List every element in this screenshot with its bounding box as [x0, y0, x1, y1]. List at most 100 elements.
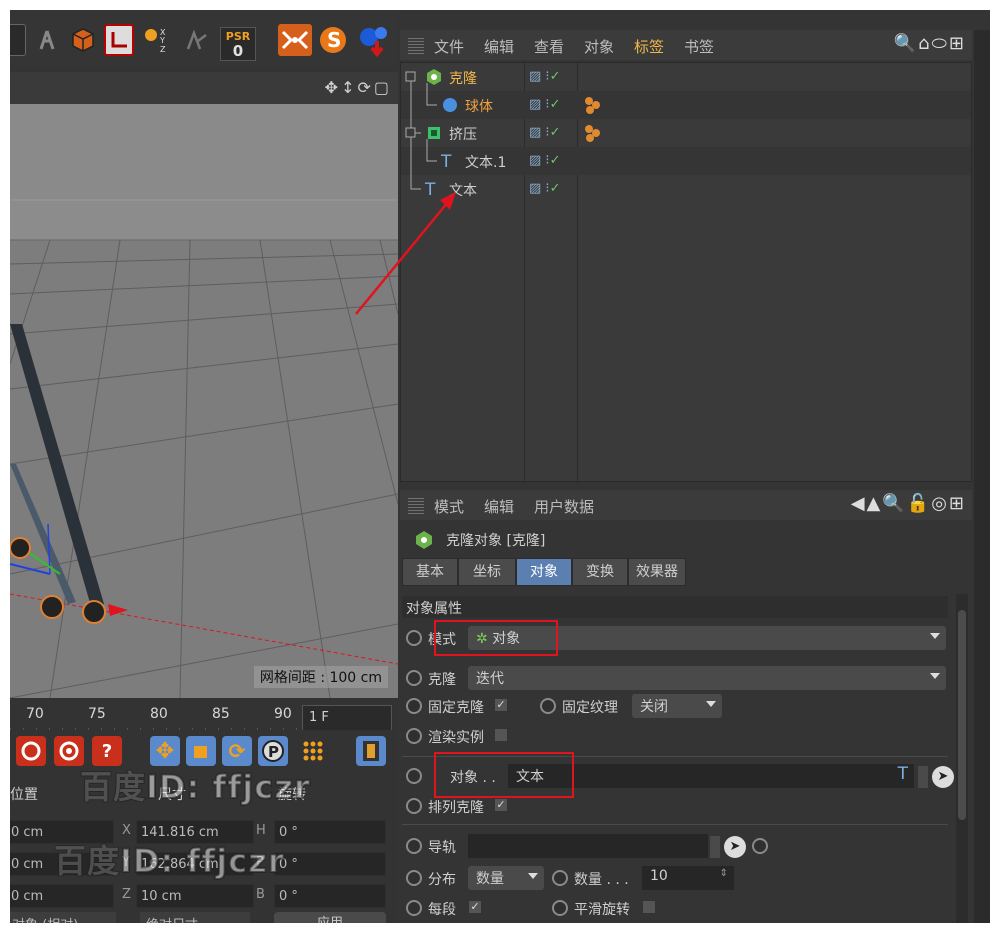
anim-radio[interactable]	[406, 630, 422, 646]
tree-row-cloner[interactable]: 克隆 ▨ ⁝✓	[401, 63, 971, 91]
anim-radio[interactable]	[406, 838, 422, 854]
rail-link-field[interactable]	[468, 834, 708, 858]
anim-radio[interactable]	[406, 698, 422, 714]
tab-transform[interactable]: 变换	[572, 558, 628, 586]
timeline-tick: 80	[150, 706, 168, 722]
visibility-flags[interactable]: ▨ ⁝✓	[529, 69, 560, 84]
divider	[402, 824, 948, 825]
rotation-b-field[interactable]: 0 °	[274, 884, 386, 908]
viewport-nav-icons[interactable]: ✥↕⟳▢	[325, 78, 392, 97]
anim-radio[interactable]	[406, 900, 422, 916]
record-key-icon[interactable]	[16, 736, 46, 766]
main-toolbar: XYZ PSR 0 S	[10, 10, 398, 66]
anim-radio[interactable]	[752, 838, 768, 854]
object-tree[interactable]: 克隆 ▨ ⁝✓ 球体 ▨ ⁝✓ 挤压 ▨ ⁝✓ T 文本.1 ▨ ⁝✓ T 文本…	[400, 62, 972, 483]
render-instance-checkbox[interactable]	[494, 728, 508, 742]
anim-radio[interactable]	[406, 728, 422, 744]
visibility-flags[interactable]: ▨ ⁝✓	[529, 153, 560, 168]
film-strip-icon[interactable]	[356, 736, 386, 766]
anim-radio[interactable]	[552, 900, 568, 916]
distribution-label: 分布	[428, 872, 456, 888]
anim-radio[interactable]	[406, 670, 422, 686]
object-cube-icon[interactable]	[68, 24, 98, 56]
fixed-texture-dropdown[interactable]: 关闭	[632, 694, 722, 718]
menu-mode[interactable]: 模式	[434, 496, 464, 517]
anim-radio[interactable]	[552, 870, 568, 886]
visibility-flags[interactable]: ▨ ⁝✓	[529, 97, 560, 112]
script-s-icon[interactable]: S	[318, 24, 348, 56]
pick-arrow-icon[interactable]: ➤	[932, 766, 954, 788]
tab-effectors[interactable]: 效果器	[628, 558, 686, 586]
tab-basic[interactable]: 基本	[402, 558, 458, 586]
arrange-clone-label: 排列克隆	[428, 800, 484, 816]
timeline[interactable]: 70 75 80 85 90 1 F	[10, 698, 398, 734]
apply-button[interactable]: 应用	[274, 912, 386, 923]
tree-row-extrude[interactable]: 挤压 ▨ ⁝✓	[401, 119, 971, 147]
xyz-axis-icon[interactable]: XYZ	[142, 24, 172, 56]
prop-per-segment: 每段 ✓ 平滑旋转	[402, 894, 952, 922]
undo-icon[interactable]	[10, 24, 26, 56]
arrange-clone-checkbox[interactable]: ✓	[494, 798, 508, 812]
size-mode-dropdown[interactable]: 绝对尺寸	[140, 912, 250, 923]
per-segment-checkbox[interactable]: ✓	[468, 900, 482, 914]
menu-bookmarks[interactable]: 书签	[684, 36, 714, 57]
tree-row-sphere[interactable]: 球体 ▨ ⁝✓	[401, 91, 971, 119]
character-icon[interactable]	[32, 24, 62, 56]
visibility-flags[interactable]: ▨ ⁝✓	[529, 125, 560, 140]
menu-edit[interactable]: 编辑	[484, 36, 514, 57]
menu-objects[interactable]: 对象	[584, 36, 614, 57]
visibility-flags[interactable]: ▨ ⁝✓	[529, 181, 560, 196]
current-frame-field[interactable]: 1 F	[302, 705, 392, 731]
fixed-clone-label: 固定克隆	[428, 700, 484, 716]
tab-coord[interactable]: 坐标	[458, 558, 516, 586]
psr-value: 0	[232, 42, 244, 60]
render-instance-label: 渲染实例	[428, 730, 484, 746]
svg-text:Z: Z	[160, 45, 166, 54]
pick-arrow-icon[interactable]: ➤	[724, 836, 746, 858]
anim-radio[interactable]	[406, 870, 422, 886]
stepper-icon[interactable]: ⇕	[720, 868, 728, 879]
side-tab-strip[interactable]	[974, 30, 990, 923]
rotation-h-field[interactable]: 0 °	[274, 820, 386, 844]
tree-row-text1[interactable]: T 文本.1 ▨ ⁝✓	[401, 147, 971, 175]
coordinate-mode-dropdown[interactable]: 对象 (相对)	[10, 912, 116, 923]
rotation-p-field[interactable]: 0 °	[274, 852, 386, 876]
coordinate-system-icon[interactable]	[104, 24, 134, 56]
menu-user-data[interactable]: 用户数据	[534, 496, 594, 517]
animation-icon[interactable]	[182, 24, 212, 56]
scrollbar-thumb[interactable]	[958, 610, 966, 820]
count-field[interactable]: 10 ⇕	[642, 866, 734, 890]
tree-row-text[interactable]: T 文本 ▨ ⁝✓	[401, 175, 971, 203]
distribution-dropdown[interactable]: 数量	[468, 866, 544, 890]
app-window: XYZ PSR 0 S ✥↕⟳▢ 网格间距: 100 cm 70 75 80 …	[10, 10, 990, 923]
smooth-rotation-checkbox[interactable]	[642, 900, 656, 914]
menu-tags[interactable]: 标签	[634, 36, 664, 57]
annotation-arrow	[355, 192, 456, 315]
per-segment-label: 每段	[428, 902, 456, 918]
anim-radio[interactable]	[406, 768, 422, 784]
menu-edit[interactable]: 编辑	[484, 496, 514, 517]
position-z-field[interactable]: 0 cm	[10, 884, 114, 908]
chevron-right-icon[interactable]	[710, 836, 720, 858]
tab-object[interactable]: 对象	[516, 558, 572, 586]
panel-grip-icon[interactable]	[408, 498, 424, 514]
material-tag-icon[interactable]	[583, 95, 605, 119]
clone-dropdown[interactable]: 迭代	[468, 666, 946, 690]
menu-file[interactable]: 文件	[434, 36, 464, 57]
grid-spacing-label: 网格间距 : 100 cm	[253, 666, 388, 688]
anim-radio[interactable]	[406, 798, 422, 814]
am-toolbar-icons[interactable]: ◀▲🔍🔓◎⊞	[851, 493, 966, 514]
panel-grip-icon[interactable]	[408, 38, 424, 54]
object-name-text1: 文本.1	[465, 155, 507, 171]
material-tag-icon[interactable]	[583, 123, 605, 147]
fixed-clone-checkbox[interactable]: ✓	[494, 698, 508, 712]
snap-icon[interactable]	[278, 24, 312, 56]
psr-indicator[interactable]: PSR 0	[220, 27, 256, 61]
chevron-right-icon[interactable]	[918, 766, 928, 788]
om-toolbar-icons[interactable]: 🔍⌂⬭⊞	[894, 33, 966, 54]
size-z-field[interactable]: 10 cm	[136, 884, 254, 908]
anim-radio[interactable]	[540, 698, 556, 714]
render-spheres-icon[interactable]	[356, 24, 392, 57]
menu-view[interactable]: 查看	[534, 36, 564, 57]
3d-viewport[interactable]: 网格间距 : 100 cm	[10, 104, 398, 698]
